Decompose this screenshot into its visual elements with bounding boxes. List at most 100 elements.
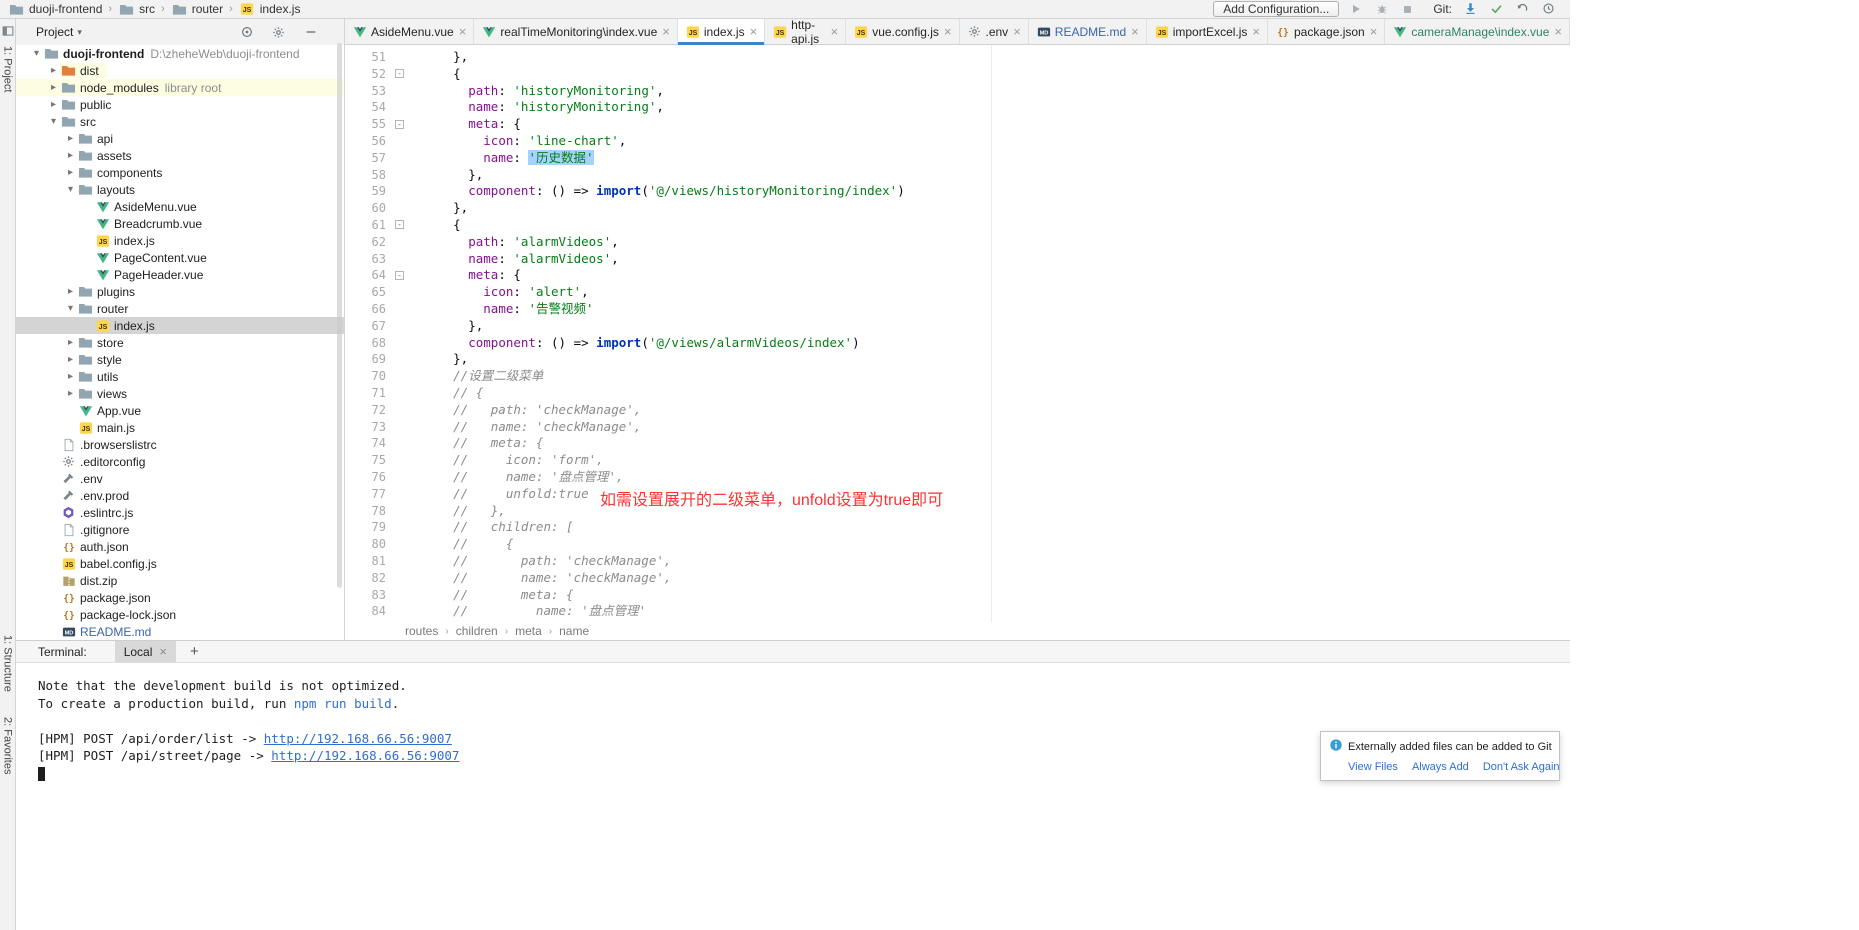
line-number[interactable]: 52- <box>345 66 408 83</box>
revert-icon[interactable] <box>1513 0 1532 17</box>
terminal-link[interactable]: http://192.168.66.56:9007 <box>264 731 452 746</box>
line-number[interactable]: 56 <box>345 133 408 150</box>
chevron-right-icon[interactable]: ▸ <box>64 286 77 297</box>
code-line[interactable]: // { <box>408 385 1570 402</box>
close-icon[interactable]: × <box>1370 27 1378 37</box>
line-number[interactable]: 51 <box>345 49 408 66</box>
tree-item-duoji-frontend[interactable]: ▾duoji-frontendD:\zheheWeb\duoji-fronten… <box>16 45 344 62</box>
new-terminal-button[interactable]: + <box>190 643 199 660</box>
chevron-right-icon[interactable]: ▸ <box>47 65 60 76</box>
close-icon[interactable]: × <box>662 27 670 37</box>
code-line[interactable]: { <box>408 66 1570 83</box>
line-number[interactable]: 67 <box>345 318 408 335</box>
line-number[interactable]: 66 <box>345 301 408 318</box>
tree-item-babel-config-js[interactable]: JSbabel.config.js <box>16 555 344 572</box>
chevron-right-icon[interactable]: ▸ <box>64 337 77 348</box>
tool-window-button-project[interactable]: 1: Project <box>0 24 15 92</box>
tree-item-breadcrumb-vue[interactable]: Breadcrumb.vue <box>16 215 344 232</box>
tab-cameramanage-index-vue[interactable]: cameraManage\index.vue× <box>1385 19 1570 44</box>
line-number[interactable]: 84 <box>345 603 408 620</box>
line-number[interactable]: 72 <box>345 402 408 419</box>
tree-item-public[interactable]: ▸public <box>16 96 344 113</box>
debug-icon[interactable] <box>1372 0 1391 17</box>
tree-item-dist-zip[interactable]: dist.zip <box>16 572 344 589</box>
code-line[interactable]: }, <box>408 200 1570 217</box>
chevron-right-icon[interactable]: ▸ <box>64 150 77 161</box>
breadcrumb-item-index-js[interactable]: JSindex.js <box>239 2 301 16</box>
chevron-right-icon[interactable]: ▸ <box>47 99 60 110</box>
code-line[interactable]: // path: 'checkManage', <box>408 553 1570 570</box>
tab-package-json[interactable]: {}package.json× <box>1268 19 1385 44</box>
tree-item-eslintrc-js[interactable]: .eslintrc.js <box>16 504 344 521</box>
code-line[interactable]: path: 'alarmVideos', <box>408 234 1570 251</box>
stop-icon[interactable] <box>1398 1 1417 18</box>
chevron-right-icon[interactable]: ▸ <box>64 371 77 382</box>
fold-marker-icon[interactable]: - <box>395 69 404 78</box>
tree-item-pagecontent-vue[interactable]: PageContent.vue <box>16 249 344 266</box>
editor-breadcrumb-name[interactable]: name <box>559 624 589 638</box>
line-number[interactable]: 68 <box>345 335 408 352</box>
hide-icon[interactable] <box>301 24 320 41</box>
chevron-right-icon[interactable]: ▸ <box>64 388 77 399</box>
tree-item-readme-md[interactable]: MDREADME.md <box>16 623 344 640</box>
close-icon[interactable]: × <box>1013 27 1021 37</box>
code-line[interactable]: // name: 'checkManage', <box>408 419 1570 436</box>
code-line[interactable]: name: 'alarmVideos', <box>408 251 1570 268</box>
code-line[interactable]: name: '历史数据' <box>408 150 1570 167</box>
tab-vue-config-js[interactable]: JSvue.config.js× <box>846 19 959 44</box>
update-icon[interactable] <box>1461 0 1480 17</box>
tree-item-browserslistrc[interactable]: .browserslistrc <box>16 436 344 453</box>
line-number[interactable]: 54 <box>345 99 408 116</box>
code-line[interactable]: }, <box>408 167 1570 184</box>
line-number[interactable]: 57 <box>345 150 408 167</box>
code-line[interactable]: // name: 'checkManage', <box>408 570 1570 587</box>
chevron-right-icon[interactable]: ▸ <box>64 133 77 144</box>
editor-breadcrumb-routes[interactable]: routes <box>405 624 438 638</box>
code-line[interactable]: // meta: { <box>408 587 1570 604</box>
tab-realtimemonitoring-index-vue[interactable]: realTimeMonitoring\index.vue× <box>474 19 678 44</box>
close-icon[interactable]: × <box>1252 27 1260 37</box>
line-number[interactable]: 58 <box>345 167 408 184</box>
line-number[interactable]: 82 <box>345 570 408 587</box>
project-view-dropdown[interactable]: Project ▾ <box>36 25 82 39</box>
locate-icon[interactable] <box>237 24 256 41</box>
chevron-right-icon[interactable]: ▸ <box>47 82 60 93</box>
fold-marker-icon[interactable]: - <box>395 271 404 280</box>
tree-item-plugins[interactable]: ▸plugins <box>16 283 344 300</box>
tool-window-button-structure[interactable]: 1: Structure <box>0 635 15 692</box>
code-line[interactable]: // children: [ <box>408 519 1570 536</box>
code-line[interactable]: name: '告警视频' <box>408 301 1570 318</box>
tree-item-env[interactable]: .env <box>16 470 344 487</box>
tree-item-dist[interactable]: ▸dist <box>16 62 344 79</box>
line-number[interactable]: 73 <box>345 419 408 436</box>
close-icon[interactable]: × <box>944 27 952 37</box>
close-icon[interactable]: × <box>159 644 167 659</box>
line-number[interactable]: 81 <box>345 553 408 570</box>
tab-asidemenu-vue[interactable]: AsideMenu.vue× <box>345 19 474 44</box>
chevron-down-icon[interactable]: ▾ <box>64 303 77 314</box>
line-number[interactable]: 77 <box>345 486 408 503</box>
tab-readme-md[interactable]: MDREADME.md× <box>1029 19 1147 44</box>
line-number[interactable]: 74 <box>345 435 408 452</box>
settings-icon[interactable] <box>269 24 288 41</box>
tab-importexcel-js[interactable]: JSimportExcel.js× <box>1147 19 1268 44</box>
line-number[interactable]: 78 <box>345 503 408 520</box>
tree-item-utils[interactable]: ▸utils <box>16 368 344 385</box>
always-add-link[interactable]: Always Add <box>1412 761 1469 773</box>
chevron-down-icon[interactable]: ▾ <box>47 116 60 127</box>
chevron-down-icon[interactable]: ▾ <box>30 48 43 59</box>
code-line[interactable]: //设置二级菜单 <box>408 368 1570 385</box>
code-line[interactable]: icon: 'alert', <box>408 284 1570 301</box>
don-t-ask-again-link[interactable]: Don't Ask Again <box>1483 761 1560 773</box>
tree-item-gitignore[interactable]: .gitignore <box>16 521 344 538</box>
run-icon[interactable] <box>1346 0 1365 17</box>
tree-item-views[interactable]: ▸views <box>16 385 344 402</box>
code-line[interactable]: // meta: { <box>408 435 1570 452</box>
code-line[interactable]: // name: '盘点管理', <box>408 469 1570 486</box>
project-tree-scrollbar[interactable] <box>337 43 342 588</box>
tree-item-pageheader-vue[interactable]: PageHeader.vue <box>16 266 344 283</box>
tree-item-api[interactable]: ▸api <box>16 130 344 147</box>
line-number[interactable]: 63 <box>345 251 408 268</box>
code-line[interactable]: component: () => import('@/views/alarmVi… <box>408 335 1570 352</box>
code-line[interactable]: }, <box>408 318 1570 335</box>
